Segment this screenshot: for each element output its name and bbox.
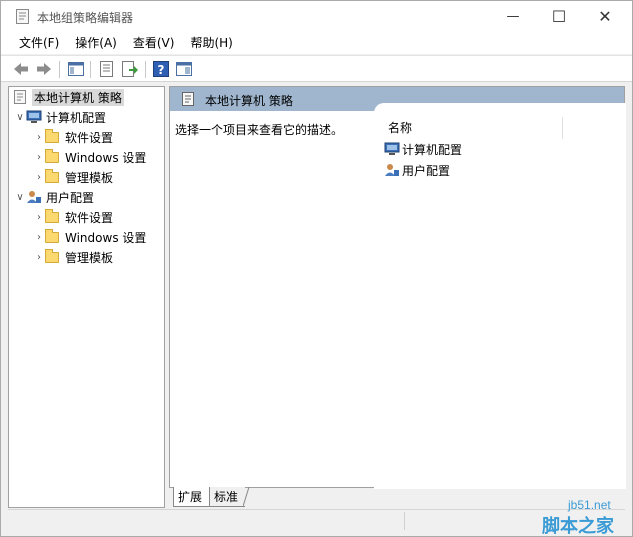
toolbar-separator	[90, 61, 91, 78]
chevron-right-icon[interactable]: ›	[33, 127, 45, 147]
tab-expand[interactable]: 扩展	[173, 487, 209, 507]
toolbar: ?	[1, 55, 632, 82]
chevron-right-icon[interactable]: ›	[33, 207, 45, 227]
tree-item-label: 软件设置	[65, 210, 114, 225]
folder-icon	[45, 248, 59, 263]
list-item-user-config[interactable]: 用户配置	[384, 160, 450, 180]
user-config-icon	[385, 164, 399, 176]
chevron-right-icon[interactable]: ›	[33, 147, 45, 167]
tree-item-label: 计算机配置	[46, 110, 107, 125]
maximize-button[interactable]: ☐	[536, 1, 582, 32]
help-icon[interactable]: ?	[152, 60, 170, 78]
tree-item-windows-settings[interactable]: › Windows 设置	[33, 227, 146, 247]
chevron-right-icon[interactable]: ›	[33, 167, 45, 187]
policy-document-icon	[182, 92, 194, 106]
show-hide-action-pane-icon[interactable]	[175, 60, 193, 78]
folder-icon	[45, 128, 59, 143]
close-icon: ✕	[598, 7, 612, 26]
svg-text:?: ?	[158, 63, 165, 77]
folder-icon	[45, 228, 59, 243]
details-pane: 本地计算机 策略 选择一个项目来查看它的描述。 名称 计算机配置 用户配置	[169, 86, 626, 489]
menu-view[interactable]: 查看(V)	[125, 32, 183, 54]
app-window: 本地组策略编辑器 — ☐ ✕ 文件(F) 操作(A) 查看(V) 帮助(H) ?…	[0, 0, 633, 537]
tree-item-windows-settings[interactable]: › Windows 设置	[33, 147, 146, 167]
forward-arrow-icon[interactable]	[35, 60, 53, 78]
item-list[interactable]: 名称 计算机配置 用户配置	[374, 103, 626, 489]
toolbar-separator	[59, 61, 60, 78]
description-text: 选择一个项目来查看它的描述。	[175, 123, 344, 137]
toolbar-separator	[145, 61, 146, 78]
minimize-button[interactable]: —	[490, 1, 536, 32]
maximize-icon: ☐	[551, 7, 567, 26]
tab-standard[interactable]: 标准	[209, 487, 245, 507]
tree-item-software-settings[interactable]: › 软件设置	[33, 207, 113, 227]
tree-item-local-computer-policy[interactable]: 本地计算机 策略	[12, 87, 124, 107]
tree-item-label: Windows 设置	[65, 150, 147, 165]
tree-item-user-config[interactable]: ∨ 用户配置	[14, 187, 94, 207]
chevron-right-icon[interactable]: ›	[33, 247, 45, 267]
tree-item-software-settings[interactable]: › 软件设置	[33, 127, 113, 147]
minimize-icon: —	[506, 9, 520, 24]
menu-file[interactable]: 文件(F)	[11, 32, 67, 54]
tree-item-label: 软件设置	[65, 130, 114, 145]
details-title: 本地计算机 策略	[205, 94, 293, 108]
back-arrow-icon[interactable]	[12, 60, 30, 78]
chevron-down-icon[interactable]: ∨	[14, 187, 26, 207]
title-bar[interactable]: 本地组策略编辑器 — ☐ ✕	[1, 1, 632, 32]
tab-label: 扩展	[178, 490, 203, 504]
menu-help[interactable]: 帮助(H)	[182, 32, 240, 54]
tree-item-label: 管理模板	[65, 170, 114, 185]
folder-icon	[45, 168, 59, 183]
watermark-url: jb51.net	[568, 498, 611, 512]
chevron-right-icon[interactable]: ›	[33, 227, 45, 247]
tree-item-admin-templates[interactable]: › 管理模板	[33, 247, 113, 267]
chevron-down-icon[interactable]: ∨	[14, 107, 26, 127]
menu-bar: 文件(F) 操作(A) 查看(V) 帮助(H)	[1, 32, 632, 54]
list-item-label: 用户配置	[402, 163, 451, 178]
tree-item-label: 管理模板	[65, 250, 114, 265]
column-divider[interactable]	[562, 117, 563, 139]
column-header-name[interactable]: 名称	[388, 119, 412, 136]
close-button[interactable]: ✕	[582, 1, 628, 32]
policy-document-icon	[16, 9, 29, 24]
tree-item-label: Windows 设置	[65, 230, 147, 245]
export-list-icon[interactable]	[121, 60, 139, 78]
window-title: 本地组策略编辑器	[37, 11, 134, 25]
computer-config-icon	[384, 142, 400, 155]
show-hide-console-tree-icon[interactable]	[67, 60, 85, 78]
menu-action[interactable]: 操作(A)	[67, 32, 125, 54]
tree-item-label: 用户配置	[46, 190, 95, 205]
tab-edge	[243, 487, 250, 507]
list-item-label: 计算机配置	[402, 142, 463, 157]
folder-icon	[45, 148, 59, 163]
computer-config-icon	[26, 110, 42, 123]
status-bar	[8, 509, 625, 531]
user-config-icon	[27, 191, 41, 203]
folder-icon	[45, 208, 59, 223]
list-item-computer-config[interactable]: 计算机配置	[384, 139, 462, 159]
console-tree[interactable]: 本地计算机 策略 ∨ 计算机配置 › 软件设置 › Windows 设置 › 管…	[8, 86, 165, 508]
tab-label: 标准	[214, 490, 239, 504]
tree-item-computer-config[interactable]: ∨ 计算机配置	[14, 107, 106, 127]
properties-icon[interactable]	[98, 60, 116, 78]
watermark-brand: 脚本之家	[542, 516, 614, 537]
status-separator	[404, 512, 405, 530]
policy-document-icon	[14, 90, 26, 104]
tree-item-label: 本地计算机 策略	[32, 88, 124, 106]
tree-item-admin-templates[interactable]: › 管理模板	[33, 167, 113, 187]
